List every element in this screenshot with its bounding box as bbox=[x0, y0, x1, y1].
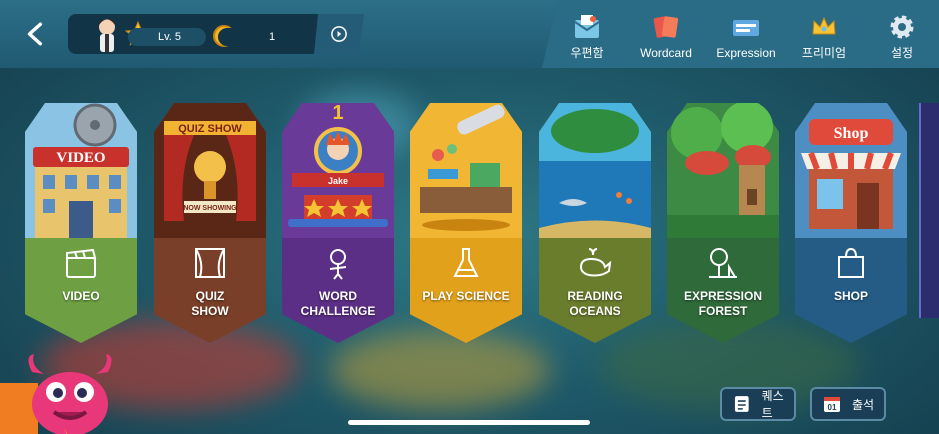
quiz-sign-text: QUIZ SHOW bbox=[178, 123, 242, 135]
flask-icon bbox=[453, 248, 479, 277]
play-circle-icon bbox=[331, 26, 347, 42]
home-indicator[interactable] bbox=[348, 420, 590, 425]
clapperboard-icon bbox=[66, 248, 97, 278]
card-title: PLAY SCIENCE bbox=[422, 289, 510, 303]
menu-label: 우편함 bbox=[570, 46, 604, 60]
calendar-icon: 01 bbox=[824, 397, 840, 412]
card-quiz-show[interactable]: QUIZ SHOW NOW SHOWING QUIZ SHOW bbox=[154, 103, 266, 343]
quiz-now-showing-text: NOW SHOWING bbox=[183, 205, 237, 212]
menu-settings[interactable]: 설정 bbox=[880, 0, 924, 68]
top-bar: Lv. 5 1 우편함 Wordcard Expression 프리미엄 설정 bbox=[0, 0, 939, 68]
shop-sign-text: Shop bbox=[834, 125, 869, 142]
next-card-peek[interactable] bbox=[919, 103, 939, 318]
menu-label: 프리미엄 bbox=[801, 46, 847, 60]
card-play-science[interactable]: PLAY SCIENCE bbox=[410, 103, 522, 343]
quest-icon bbox=[734, 396, 749, 412]
card-title: SHOP bbox=[833, 289, 868, 303]
menu-premium[interactable]: 프리미엄 bbox=[798, 0, 850, 68]
quest-button[interactable]: 퀘스트 bbox=[720, 387, 796, 421]
card-title: VIDEO bbox=[62, 289, 100, 303]
mascot-monster[interactable] bbox=[20, 352, 120, 434]
shop-storefront-art: Shop bbox=[795, 103, 907, 238]
menu-expression[interactable]: Expression bbox=[710, 0, 782, 68]
attendance-button[interactable]: 01 출석 bbox=[810, 387, 886, 421]
quest-label: 퀘스트 bbox=[761, 389, 784, 420]
card-shop[interactable]: Shop SHOP bbox=[795, 103, 907, 343]
rank-badge: 1 bbox=[332, 103, 343, 124]
back-button[interactable] bbox=[20, 18, 52, 50]
expression-icon bbox=[733, 20, 759, 36]
video-building-art: VIDEO bbox=[25, 103, 137, 238]
menu-mailbox[interactable]: 우편함 bbox=[562, 0, 612, 68]
chevron-left-icon bbox=[27, 22, 43, 46]
video-sign-text: VIDEO bbox=[56, 150, 105, 166]
science-lab-art bbox=[410, 103, 522, 238]
mail-icon bbox=[574, 15, 600, 38]
menu-wordcard[interactable]: Wordcard bbox=[632, 0, 700, 68]
level-label: Lv. 5 bbox=[128, 28, 206, 46]
coin-count: 1 bbox=[218, 28, 298, 46]
crown-icon bbox=[812, 16, 836, 35]
avatar bbox=[99, 19, 115, 52]
calendar-day: 01 bbox=[828, 403, 837, 412]
card-title: EXPRESSION FOREST bbox=[683, 289, 763, 318]
whale-icon bbox=[579, 248, 612, 277]
winner-name: Jake bbox=[328, 176, 348, 186]
card-title: READING OCEANS bbox=[567, 289, 623, 318]
menu-label: Expression bbox=[716, 46, 776, 60]
card-title: WORD CHALLENGE bbox=[300, 289, 376, 318]
attendance-label: 출석 bbox=[852, 397, 875, 412]
ocean-island-art bbox=[539, 103, 651, 238]
card-video[interactable]: VIDEO VIDEO bbox=[25, 103, 137, 343]
stickman-icon bbox=[329, 249, 347, 280]
tree-icon bbox=[709, 248, 737, 278]
card-reading-oceans[interactable]: READING OCEANS bbox=[539, 103, 651, 343]
card-expression-forest[interactable]: EXPRESSION FOREST bbox=[667, 103, 779, 343]
profile-go-button[interactable] bbox=[314, 14, 364, 54]
card-title: QUIZ SHOW bbox=[191, 289, 229, 318]
menu-label: 설정 bbox=[890, 46, 914, 60]
quiz-show-stage-art: QUIZ SHOW NOW SHOWING bbox=[154, 103, 266, 238]
word-challenge-trophy-art: 1 Jake bbox=[282, 103, 394, 238]
gear-icon bbox=[890, 15, 914, 39]
stage-curtain-icon bbox=[195, 248, 225, 278]
shopping-bag-icon bbox=[838, 247, 864, 278]
menu-label: Wordcard bbox=[640, 46, 692, 60]
card-word-challenge[interactable]: 1 Jake WORD CHALLENGE bbox=[282, 103, 394, 343]
wordcard-icon bbox=[653, 16, 679, 38]
forest-mushroom-art bbox=[667, 103, 779, 238]
